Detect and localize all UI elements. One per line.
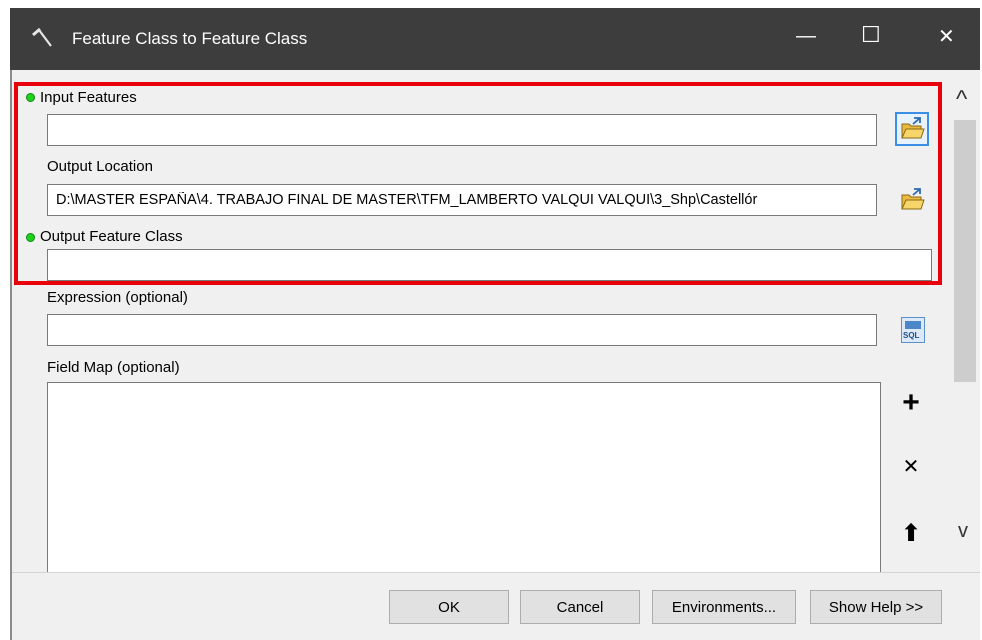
field-map-label: Field Map (optional): [47, 359, 180, 376]
scroll-down-chevron-icon[interactable]: v: [958, 520, 968, 543]
scrollbar-thumb[interactable]: [954, 120, 976, 382]
highlight-box: [14, 82, 942, 285]
sql-query-builder-button[interactable]: SQL: [899, 315, 927, 345]
title-bar[interactable]: Feature Class to Feature Class — ☐ ✕: [10, 8, 980, 70]
environments-button[interactable]: Environments...: [652, 590, 796, 624]
tool-hammer-icon: [30, 26, 54, 50]
expression-field[interactable]: [47, 314, 877, 346]
close-button[interactable]: ✕: [938, 24, 955, 49]
add-field-button[interactable]: +: [895, 386, 927, 419]
arrow-up-icon: ⬆: [900, 519, 922, 547]
move-up-button[interactable]: ⬆: [895, 517, 927, 549]
scroll-up-chevron-icon[interactable]: ^: [956, 86, 967, 114]
sql-icon: SQL: [901, 317, 925, 343]
cancel-button[interactable]: Cancel: [520, 590, 640, 624]
field-map-list[interactable]: [47, 382, 881, 574]
plus-icon: +: [902, 386, 920, 419]
ok-button[interactable]: OK: [389, 590, 509, 624]
remove-field-button[interactable]: ✕: [895, 450, 927, 482]
delete-x-icon: ✕: [902, 455, 920, 478]
show-help-button[interactable]: Show Help >>: [810, 590, 942, 624]
minimize-button[interactable]: —: [796, 25, 816, 48]
window-title: Feature Class to Feature Class: [72, 29, 308, 48]
expression-label: Expression (optional): [47, 289, 188, 306]
maximize-button[interactable]: ☐: [861, 22, 881, 48]
